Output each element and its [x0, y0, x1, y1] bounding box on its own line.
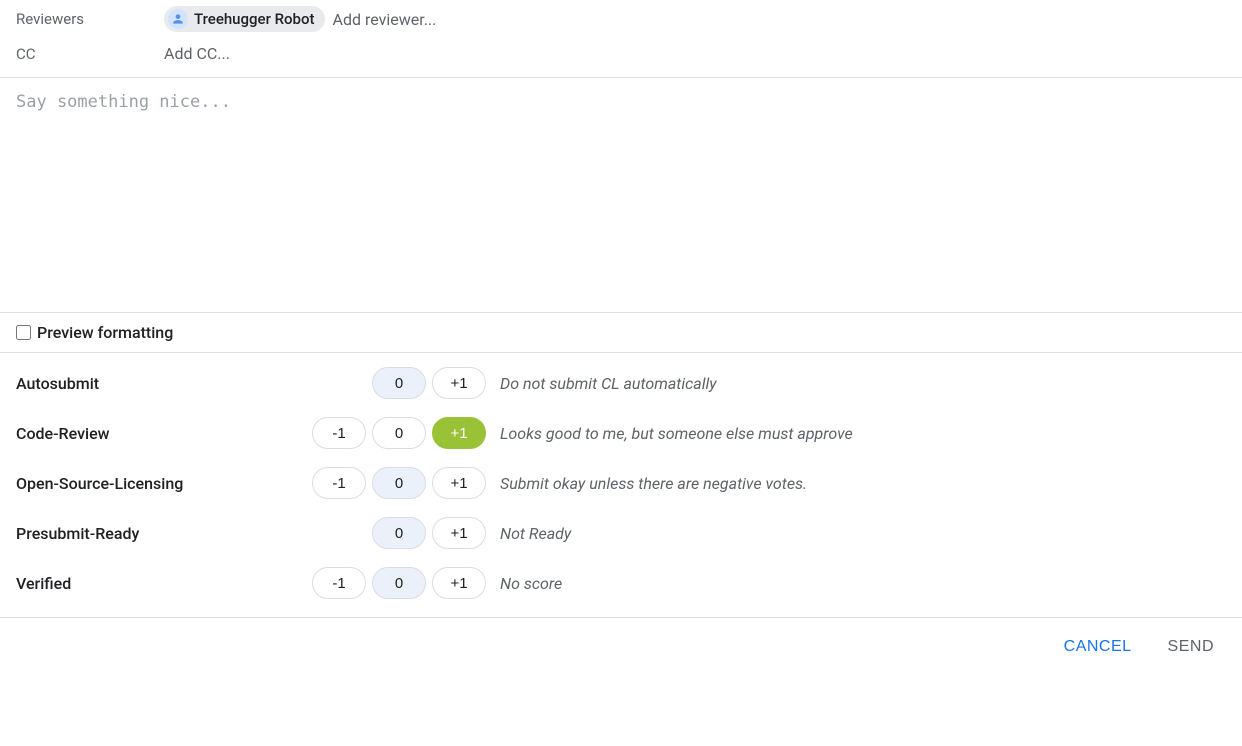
- vote-button[interactable]: +1: [432, 367, 486, 399]
- add-cc-input[interactable]: Add CC...: [164, 44, 230, 63]
- cc-row: CC Add CC...: [0, 38, 1242, 69]
- add-reviewer-input[interactable]: Add reviewer...: [333, 10, 437, 29]
- label-name: Open-Source-Licensing: [16, 474, 276, 493]
- vote-button[interactable]: +1: [432, 517, 486, 549]
- label-name: Presubmit-Ready: [16, 524, 276, 543]
- actions-row: CANCEL SEND: [0, 617, 1242, 676]
- vote-button[interactable]: -1: [312, 467, 366, 499]
- label-description: No score: [500, 574, 562, 593]
- preview-formatting-label[interactable]: Preview formatting: [37, 323, 173, 342]
- vote-buttons: -10+1: [276, 467, 486, 499]
- vote-button[interactable]: +1: [432, 417, 486, 449]
- vote-button[interactable]: 0: [372, 517, 426, 549]
- label-row: Code-Review-10+1Looks good to me, but so…: [16, 417, 1226, 449]
- send-button[interactable]: SEND: [1164, 632, 1218, 662]
- vote-button[interactable]: -1: [312, 567, 366, 599]
- vote-labels-section: Autosubmit0+1Do not submit CL automatica…: [0, 353, 1242, 617]
- label-description: Do not submit CL automatically: [500, 374, 717, 393]
- comment-textarea[interactable]: [0, 78, 1242, 308]
- label-name: Autosubmit: [16, 374, 276, 393]
- vote-button[interactable]: 0: [372, 467, 426, 499]
- vote-buttons: -10+1: [276, 567, 486, 599]
- reviewer-chip[interactable]: Treehugger Robot: [164, 6, 325, 32]
- preview-formatting-checkbox[interactable]: [16, 325, 31, 340]
- reviewers-row: Reviewers Treehugger Robot Add reviewer.…: [0, 0, 1242, 38]
- vote-buttons: 0+1: [276, 367, 486, 399]
- label-row: Open-Source-Licensing-10+1Submit okay un…: [16, 467, 1226, 499]
- label-row: Verified-10+1No score: [16, 567, 1226, 599]
- label-row: Presubmit-Ready0+1Not Ready: [16, 517, 1226, 549]
- reviewers-label: Reviewers: [16, 10, 164, 28]
- vote-button[interactable]: 0: [372, 367, 426, 399]
- vote-buttons: 0+1: [276, 517, 486, 549]
- label-description: Not Ready: [500, 524, 571, 543]
- reviewer-chip-name: Treehugger Robot: [194, 10, 315, 28]
- vote-button[interactable]: +1: [432, 467, 486, 499]
- person-icon: [168, 9, 188, 29]
- label-name: Verified: [16, 574, 276, 593]
- label-description: Submit okay unless there are negative vo…: [500, 474, 807, 493]
- label-description: Looks good to me, but someone else must …: [500, 424, 853, 443]
- vote-buttons: -10+1: [276, 417, 486, 449]
- vote-button[interactable]: -1: [312, 417, 366, 449]
- cancel-button[interactable]: CANCEL: [1060, 632, 1136, 662]
- label-row: Autosubmit0+1Do not submit CL automatica…: [16, 367, 1226, 399]
- label-name: Code-Review: [16, 424, 276, 443]
- vote-button[interactable]: 0: [372, 417, 426, 449]
- vote-button[interactable]: +1: [432, 567, 486, 599]
- preview-formatting-row: Preview formatting: [0, 312, 1242, 353]
- vote-button[interactable]: 0: [372, 567, 426, 599]
- cc-label: CC: [16, 45, 164, 63]
